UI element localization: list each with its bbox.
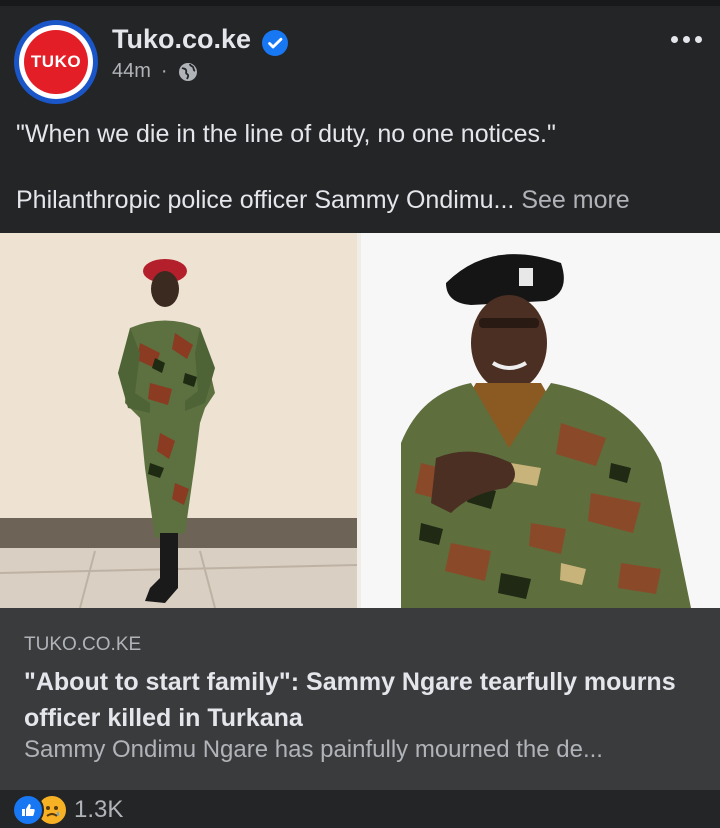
page-avatar[interactable]: TUKO <box>14 20 98 104</box>
link-domain: TUKO.CO.KE <box>24 634 142 655</box>
post-snippet: Philanthropic police officer Sammy Ondim… <box>16 186 630 215</box>
photo-officer-portrait-image <box>361 233 718 608</box>
meta-separator: · <box>160 60 168 82</box>
tuko-logo: TUKO <box>24 30 88 94</box>
photo-officer-portrait[interactable] <box>361 233 720 608</box>
more-dot-icon <box>671 36 678 43</box>
post-header: TUKO Tuko.co.ke 44m · <box>0 8 720 108</box>
link-description: Sammy Ondimu Ngare has painfully mourned… <box>24 736 603 763</box>
verified-badge-icon <box>262 30 288 56</box>
avatar-text: TUKO <box>30 52 82 71</box>
link-preview-card[interactable]: TUKO.CO.KE "About to start family": Samm… <box>0 608 720 790</box>
reactions-summary[interactable]: 1.3K <box>12 794 123 826</box>
reaction-count[interactable]: 1.3K <box>74 796 123 824</box>
link-title[interactable]: "About to start family": Sammy Ngare tea… <box>24 664 704 736</box>
photo-officer-standing-image <box>0 233 358 608</box>
see-more-link[interactable]: See more <box>521 186 629 214</box>
like-icon <box>12 794 44 826</box>
globe-icon <box>178 62 197 81</box>
post-timestamp[interactable]: 44m <box>112 60 151 83</box>
page-name[interactable]: Tuko.co.ke <box>112 24 251 55</box>
more-options-button[interactable] <box>671 36 702 43</box>
snippet-text: Philanthropic police officer Sammy Ondim… <box>16 186 515 214</box>
post-quote: "When we die in the line of duty, no one… <box>16 120 556 148</box>
top-divider <box>0 0 720 6</box>
more-dot-icon <box>683 36 690 43</box>
post-photos[interactable] <box>0 233 720 608</box>
photo-officer-standing[interactable] <box>0 233 358 608</box>
more-dot-icon <box>695 36 702 43</box>
post-meta: 44m · <box>112 60 198 83</box>
